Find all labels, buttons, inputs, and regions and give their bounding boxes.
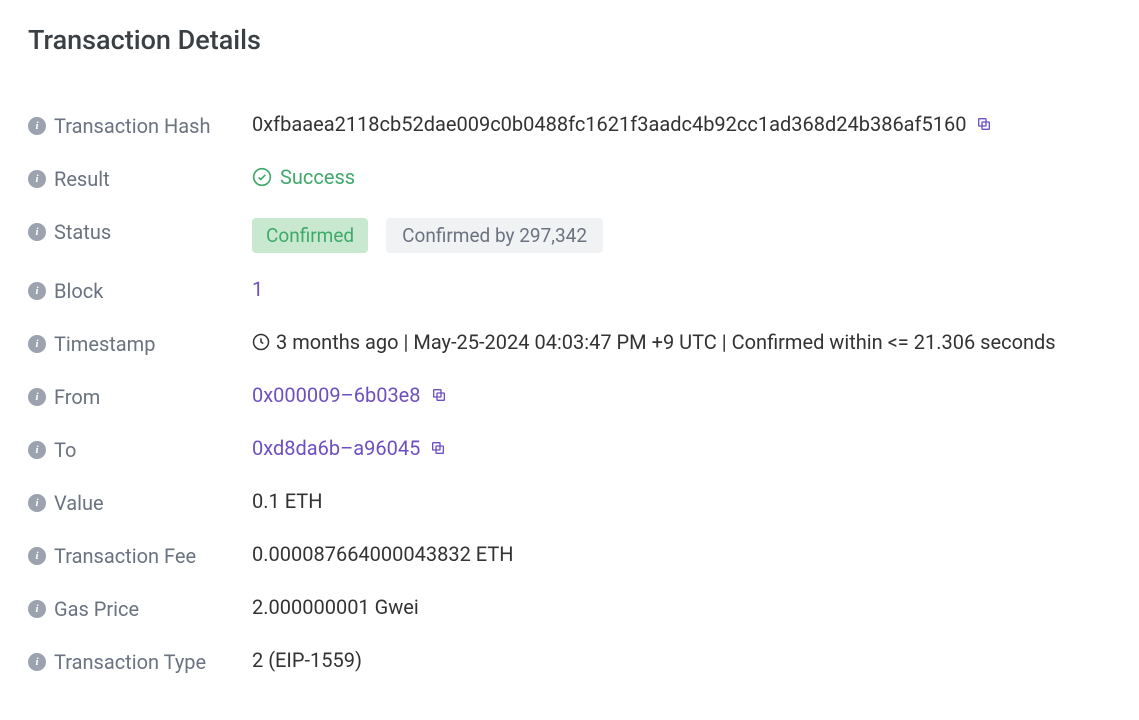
label-block: Block — [54, 277, 103, 306]
info-icon[interactable]: i — [28, 494, 46, 512]
value-gasprice: 2.000000001 Gwei — [252, 595, 419, 619]
info-icon[interactable]: i — [28, 282, 46, 300]
info-icon[interactable]: i — [28, 441, 46, 459]
value-timestamp: 3 months ago | May-25-2024 04:03:47 PM +… — [276, 330, 1056, 354]
label-result: Result — [54, 165, 110, 194]
label-status: Status — [54, 218, 111, 247]
label-timestamp: Timestamp — [54, 330, 155, 359]
copy-icon[interactable] — [431, 387, 447, 403]
row-to: i To 0xd8da6b–a96045 — [28, 436, 1111, 465]
info-icon[interactable]: i — [28, 547, 46, 565]
row-hash: i Transaction Hash 0xfbaaea2118cb52dae00… — [28, 112, 1111, 141]
value-to[interactable]: 0xd8da6b–a96045 — [252, 436, 420, 460]
page-title: Transaction Details — [28, 24, 1111, 56]
info-icon[interactable]: i — [28, 335, 46, 353]
value-amount: 0.1 ETH — [252, 489, 322, 513]
row-status: i Status Confirmed Confirmed by 297,342 — [28, 218, 1111, 253]
row-value: i Value 0.1 ETH — [28, 489, 1111, 518]
row-block: i Block 1 — [28, 277, 1111, 306]
label-fee: Transaction Fee — [54, 542, 196, 571]
result-text: Success — [280, 165, 355, 189]
label-gasprice: Gas Price — [54, 595, 139, 624]
copy-icon[interactable] — [430, 440, 446, 456]
row-gasprice: i Gas Price 2.000000001 Gwei — [28, 595, 1111, 624]
value-fee: 0.000087664000043832 ETH — [252, 542, 514, 566]
info-icon[interactable]: i — [28, 653, 46, 671]
label-hash: Transaction Hash — [54, 112, 210, 141]
value-txtype: 2 (EIP-1559) — [252, 648, 362, 672]
copy-icon[interactable] — [976, 116, 992, 132]
transaction-details: i Transaction Hash 0xfbaaea2118cb52dae00… — [28, 112, 1111, 677]
row-timestamp: i Timestamp 3 months ago | May-25-2024 0… — [28, 330, 1111, 359]
value-hash: 0xfbaaea2118cb52dae009c0b0488fc1621f3aad… — [252, 112, 966, 136]
row-result: i Result Success — [28, 165, 1111, 194]
check-circle-icon — [252, 167, 272, 187]
result-success: Success — [252, 165, 355, 189]
value-from[interactable]: 0x000009–6b03e8 — [252, 383, 421, 407]
label-from: From — [54, 383, 100, 412]
info-icon[interactable]: i — [28, 223, 46, 241]
label-value: Value — [54, 489, 104, 518]
label-txtype: Transaction Type — [54, 648, 206, 677]
status-badge-confirmedby: Confirmed by 297,342 — [386, 218, 603, 253]
row-txtype: i Transaction Type 2 (EIP-1559) — [28, 648, 1111, 677]
clock-icon — [252, 333, 270, 351]
value-block[interactable]: 1 — [252, 277, 263, 301]
info-icon[interactable]: i — [28, 600, 46, 618]
label-to: To — [54, 436, 76, 465]
info-icon[interactable]: i — [28, 388, 46, 406]
info-icon[interactable]: i — [28, 117, 46, 135]
status-badge-confirmed: Confirmed — [252, 218, 368, 253]
row-fee: i Transaction Fee 0.000087664000043832 E… — [28, 542, 1111, 571]
info-icon[interactable]: i — [28, 170, 46, 188]
row-from: i From 0x000009–6b03e8 — [28, 383, 1111, 412]
